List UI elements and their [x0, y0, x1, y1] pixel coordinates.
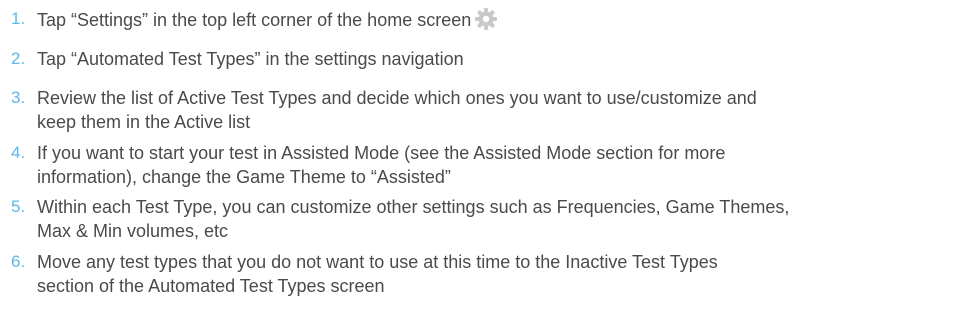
step-text-line: If you want to start your test in Assist…: [37, 143, 726, 163]
step-text-line: Move any test types that you do not want…: [37, 252, 718, 272]
step-text-line: Tap “Automated Test Types” in the settin…: [37, 49, 464, 69]
step-number: 3.: [11, 88, 26, 107]
step-text-line: information), change the Game Theme to “…: [37, 167, 451, 187]
step-text-line: section of the Automated Test Types scre…: [37, 276, 385, 296]
step-number: 5.: [11, 197, 26, 216]
step-text-line: Max & Min volumes, etc: [37, 221, 229, 241]
gear-icon: [474, 7, 498, 31]
step-number: 4.: [11, 143, 26, 162]
step-text-line: Review the list of Active Test Types and…: [37, 88, 757, 108]
step-text-line: Tap “Settings” in the top left corner of…: [37, 10, 472, 30]
step-number: 2.: [11, 49, 26, 68]
step-number: 1.: [11, 9, 26, 28]
step-number: 6.: [11, 252, 26, 271]
step-text-line: Within each Test Type, you can customize…: [37, 197, 790, 217]
step-text-line: keep them in the Active list: [37, 112, 251, 132]
